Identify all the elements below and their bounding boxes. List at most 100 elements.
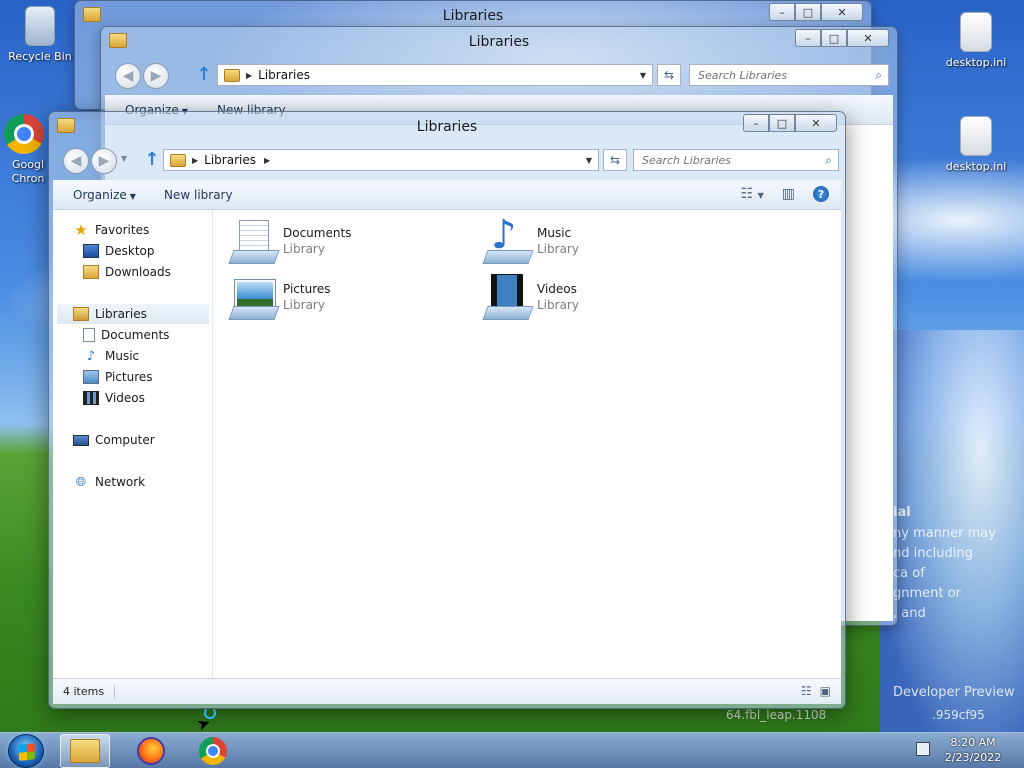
clock-date: 2/23/2022 — [944, 751, 1002, 764]
search-field[interactable] — [690, 65, 888, 85]
status-bar: 4 items ☷ ▣ — [53, 678, 841, 704]
item-count: 4 items — [63, 685, 116, 699]
taskbar-firefox[interactable] — [126, 734, 176, 768]
help-icon[interactable]: ? — [813, 186, 829, 202]
desktop-icon-recycle-bin[interactable]: Recycle Bin — [0, 6, 80, 63]
network-icon: 🌐︎ — [75, 474, 87, 490]
maximize-button[interactable]: □ — [821, 29, 847, 47]
folder-icon — [170, 153, 186, 167]
nav-item-documents[interactable]: Documents — [83, 325, 169, 345]
desktop-icon-chrome[interactable]: Googl Chron — [0, 114, 54, 186]
search-field[interactable] — [634, 150, 838, 170]
library-item-documents[interactable]: Documents Library — [229, 218, 351, 264]
clock-time: 8:20 AM — [950, 736, 996, 749]
nav-item-network[interactable]: 🌐︎ Network — [73, 472, 145, 492]
maximize-button[interactable]: □ — [795, 3, 821, 21]
wallpaper-text: , and — [893, 606, 926, 621]
wallpaper-text: 64.fbl_leap.1108 — [726, 708, 827, 722]
desktop-icon-desktop-ini[interactable]: desktop.ini — [936, 12, 1016, 69]
refresh-button[interactable]: ⇆ — [603, 149, 627, 171]
wallpaper-text: Developer Preview — [893, 685, 1015, 700]
music-library-icon — [483, 212, 531, 264]
up-arrow-icon[interactable]: ↑ — [195, 66, 213, 84]
refresh-button[interactable]: ⇆ — [657, 64, 681, 86]
taskbar-chrome[interactable] — [188, 734, 238, 768]
close-button[interactable]: ✕ — [795, 114, 837, 132]
minimize-button[interactable]: – — [769, 3, 795, 21]
wallpaper-text: gnment or — [893, 586, 961, 601]
search-icon: ⌕ — [825, 153, 832, 167]
minimize-button[interactable]: – — [743, 114, 769, 132]
document-icon — [83, 328, 95, 342]
forward-button[interactable]: ▶ — [91, 148, 117, 174]
preview-pane-button[interactable]: ▥ — [782, 186, 795, 202]
nav-item-videos[interactable]: Videos — [83, 388, 145, 408]
wallpaper-text: nd including — [893, 546, 973, 561]
wallpaper-text: ial — [893, 505, 911, 520]
nav-item-desktop[interactable]: Desktop — [83, 241, 155, 261]
nav-item-computer[interactable]: Computer — [73, 430, 155, 450]
change-view-button[interactable]: ☷ ▼ — [741, 186, 764, 202]
desktop-icon-desktop-ini[interactable]: desktop.ini — [936, 116, 1016, 173]
back-button[interactable]: ◀ — [63, 148, 89, 174]
folder-icon — [109, 33, 127, 48]
address-bar[interactable]: ▶ Libraries ▶ ▼ — [163, 149, 599, 171]
library-list: Documents Library Music Library Pictures… — [213, 210, 841, 678]
close-button[interactable]: ✕ — [847, 29, 889, 47]
chrome-icon — [199, 737, 227, 765]
desktop-icon — [83, 244, 99, 258]
taskbar-windows-explorer[interactable] — [60, 734, 110, 768]
folder-icon — [224, 68, 240, 82]
folder-icon — [83, 7, 101, 22]
search-input[interactable]: ⌕ — [633, 149, 839, 171]
new-library-button[interactable]: New library — [164, 188, 233, 202]
explorer-window[interactable]: Libraries – □ ✕ ◀ ▶ ▼ ↑ ▶ Libraries ▶ ▼ … — [48, 111, 846, 709]
up-arrow-icon[interactable]: ↑ — [143, 151, 161, 169]
content-area: ★ Favorites Desktop Downloads Libraries D… — [53, 210, 841, 678]
search-icon: ⌕ — [875, 68, 882, 82]
recent-pages-dropdown[interactable]: ▼ — [121, 154, 127, 163]
nav-item-music[interactable]: ♪ Music — [83, 346, 139, 366]
settings-file-icon — [960, 12, 992, 52]
close-button[interactable]: ✕ — [821, 3, 863, 21]
clock[interactable]: 8:20 AM 2/23/2022 — [944, 735, 1002, 765]
large-icons-view-icon[interactable]: ▣ — [820, 684, 831, 698]
maximize-button[interactable]: □ — [769, 114, 795, 132]
navigation-pane: ★ Favorites Desktop Downloads Libraries D… — [53, 210, 213, 678]
picture-icon — [83, 370, 99, 384]
window-title: Libraries — [468, 34, 530, 50]
nav-item-libraries[interactable]: Libraries — [57, 304, 209, 324]
videos-library-icon — [483, 274, 531, 320]
start-button[interactable] — [8, 734, 44, 768]
folder-icon — [57, 118, 75, 133]
back-button[interactable]: ◀ — [115, 63, 141, 89]
chevron-right-icon[interactable]: ▶ — [264, 156, 270, 165]
nav-item-pictures[interactable]: Pictures — [83, 367, 153, 387]
library-item-music[interactable]: Music Library — [483, 212, 579, 264]
documents-library-icon — [229, 218, 277, 264]
downloads-folder-icon — [83, 265, 99, 279]
search-input[interactable]: ⌕ — [689, 64, 889, 86]
organize-button[interactable]: Organize▼ — [73, 188, 136, 202]
libraries-icon — [73, 307, 89, 321]
window-title: Libraries — [416, 119, 478, 135]
chrome-icon — [4, 114, 44, 154]
folder-icon — [70, 739, 100, 763]
breadcrumb-libraries[interactable]: Libraries — [204, 153, 256, 167]
taskbar: 8:20 AM 2/23/2022 — [0, 732, 1024, 768]
minimize-button[interactable]: – — [795, 29, 821, 47]
command-bar: Organize ▼ New library ☷ ▼ ▥ ? — [53, 180, 841, 210]
details-view-icon[interactable]: ☷ — [801, 684, 812, 698]
chevron-down-icon[interactable]: ▼ — [586, 156, 592, 165]
network-tray-icon[interactable] — [916, 742, 930, 756]
settings-file-icon — [960, 116, 992, 156]
chevron-down-icon[interactable]: ▼ — [640, 71, 646, 80]
chevron-right-icon[interactable]: ▶ — [192, 156, 198, 165]
library-item-pictures[interactable]: Pictures Library — [229, 274, 331, 320]
address-bar[interactable]: ▶ Libraries ▼ — [217, 64, 653, 86]
library-item-videos[interactable]: Videos Library — [483, 274, 579, 320]
nav-item-favorites[interactable]: ★ Favorites — [73, 220, 149, 240]
wallpaper-text: .959cf95 — [932, 708, 985, 722]
forward-button[interactable]: ▶ — [143, 63, 169, 89]
nav-item-downloads[interactable]: Downloads — [83, 262, 171, 282]
